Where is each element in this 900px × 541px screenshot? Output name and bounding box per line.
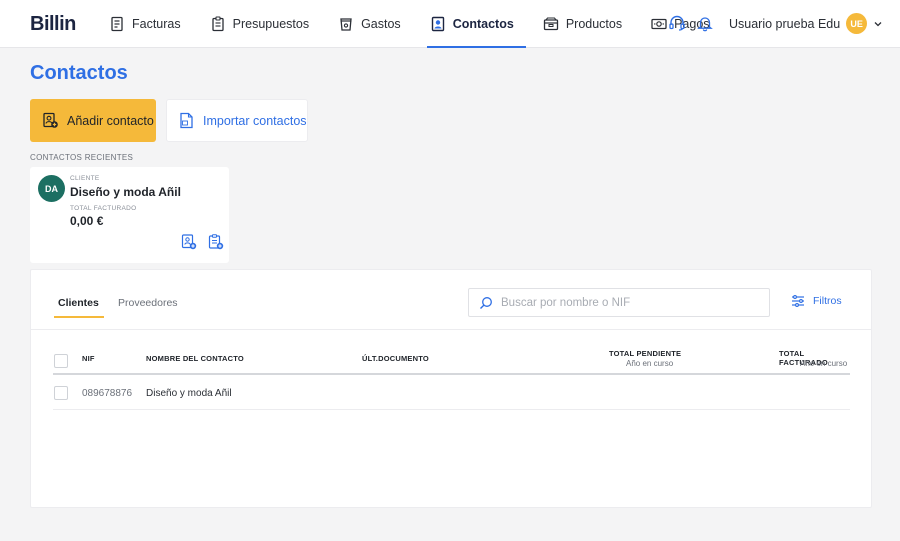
spreadsheet-icon — [180, 112, 193, 129]
total-billed-label: TOTAL FACTURADO — [70, 205, 137, 212]
col-contact-name[interactable]: NOMBRE DEL CONTACTO — [146, 354, 244, 363]
add-contact-button[interactable]: Añadir contacto — [30, 99, 156, 142]
contact-name: Diseño y moda Añil — [70, 185, 181, 199]
contacts-panel: Clientes Proveedores Filtros NIF NOMBRE … — [30, 269, 872, 508]
filters-label: Filtros — [813, 295, 842, 307]
contact-icon — [431, 16, 444, 32]
main-nav: Facturas Presupuestos Gastos Contactos P… — [106, 0, 736, 48]
nav-label: Contactos — [452, 17, 514, 31]
new-invoice-icon[interactable] — [181, 234, 197, 250]
col-nif[interactable]: NIF — [82, 354, 95, 363]
banknote-icon — [651, 18, 667, 30]
recent-contact-card[interactable]: DA CLIENTE Diseño y moda Añil TOTAL FACT… — [30, 167, 229, 263]
recent-contacts-heading: CONTACTOS RECIENTES — [30, 153, 134, 162]
cup-icon — [340, 18, 352, 31]
total-billed-value: 0,00 € — [70, 214, 104, 228]
col-total-billed-sub: Año en curso — [800, 359, 848, 368]
import-contacts-label: Importar contactos — [203, 113, 307, 128]
top-bar: Billin Facturas Presupuestos Gastos Cont… — [0, 0, 900, 48]
user-name: Usuario prueba Edu — [729, 16, 841, 31]
page-title: Contactos — [30, 62, 128, 84]
filters-button[interactable]: Filtros — [791, 294, 842, 308]
row-nif: 089678876 — [82, 388, 133, 399]
nav-item-presupuestos[interactable]: Presupuestos — [207, 0, 321, 48]
top-icons — [668, 14, 714, 32]
bell-icon[interactable] — [696, 14, 714, 32]
chevron-down-icon — [874, 21, 882, 26]
add-contact-label: Añadir contacto — [67, 113, 154, 128]
nav-label: Gastos — [361, 17, 401, 31]
nav-item-gastos[interactable]: Gastos — [335, 0, 413, 48]
table-row[interactable]: 089678876 Diseño y moda Añil — [53, 377, 850, 410]
clipboard-icon — [211, 16, 224, 32]
tab-clientes[interactable]: Clientes — [54, 297, 104, 318]
search-input[interactable] — [501, 296, 751, 309]
panel-header: Clientes Proveedores Filtros — [31, 270, 871, 330]
row-contact-name[interactable]: Diseño y moda Añil — [146, 388, 232, 399]
contact-avatar: DA — [38, 175, 65, 202]
avatar: UE — [846, 13, 868, 34]
sliders-icon — [792, 295, 804, 307]
select-all-checkbox[interactable] — [54, 354, 68, 368]
contact-type: CLIENTE — [70, 175, 100, 182]
col-total-pending-sub: Año en curso — [626, 359, 674, 368]
search-icon — [480, 296, 492, 309]
import-contacts-button[interactable]: Importar contactos — [166, 99, 308, 142]
user-menu[interactable]: Usuario prueba Edu UE — [729, 13, 883, 34]
invoice-icon — [111, 16, 123, 32]
nav-label: Facturas — [132, 17, 181, 31]
nav-item-contactos[interactable]: Contactos — [426, 0, 526, 48]
nav-label: Productos — [565, 17, 623, 31]
box-icon — [543, 17, 558, 31]
tab-proveedores[interactable]: Proveedores — [118, 297, 178, 316]
new-quote-icon[interactable] — [208, 234, 224, 250]
col-last-document[interactable]: ÚLT.DOCUMENTO — [362, 354, 429, 363]
nav-label: Presupuestos — [232, 17, 310, 31]
headset-icon[interactable] — [668, 14, 686, 32]
col-total-pending[interactable]: TOTAL PENDIENTE — [609, 349, 681, 358]
app-logo[interactable]: Billin — [30, 13, 76, 36]
nav-item-facturas[interactable]: Facturas — [106, 0, 193, 48]
row-checkbox[interactable] — [54, 386, 68, 400]
search-box[interactable] — [468, 288, 770, 317]
add-contact-icon — [43, 112, 58, 128]
table-header: NIF NOMBRE DEL CONTACTO ÚLT.DOCUMENTO TO… — [53, 346, 850, 375]
nav-item-productos[interactable]: Productos — [540, 0, 634, 48]
